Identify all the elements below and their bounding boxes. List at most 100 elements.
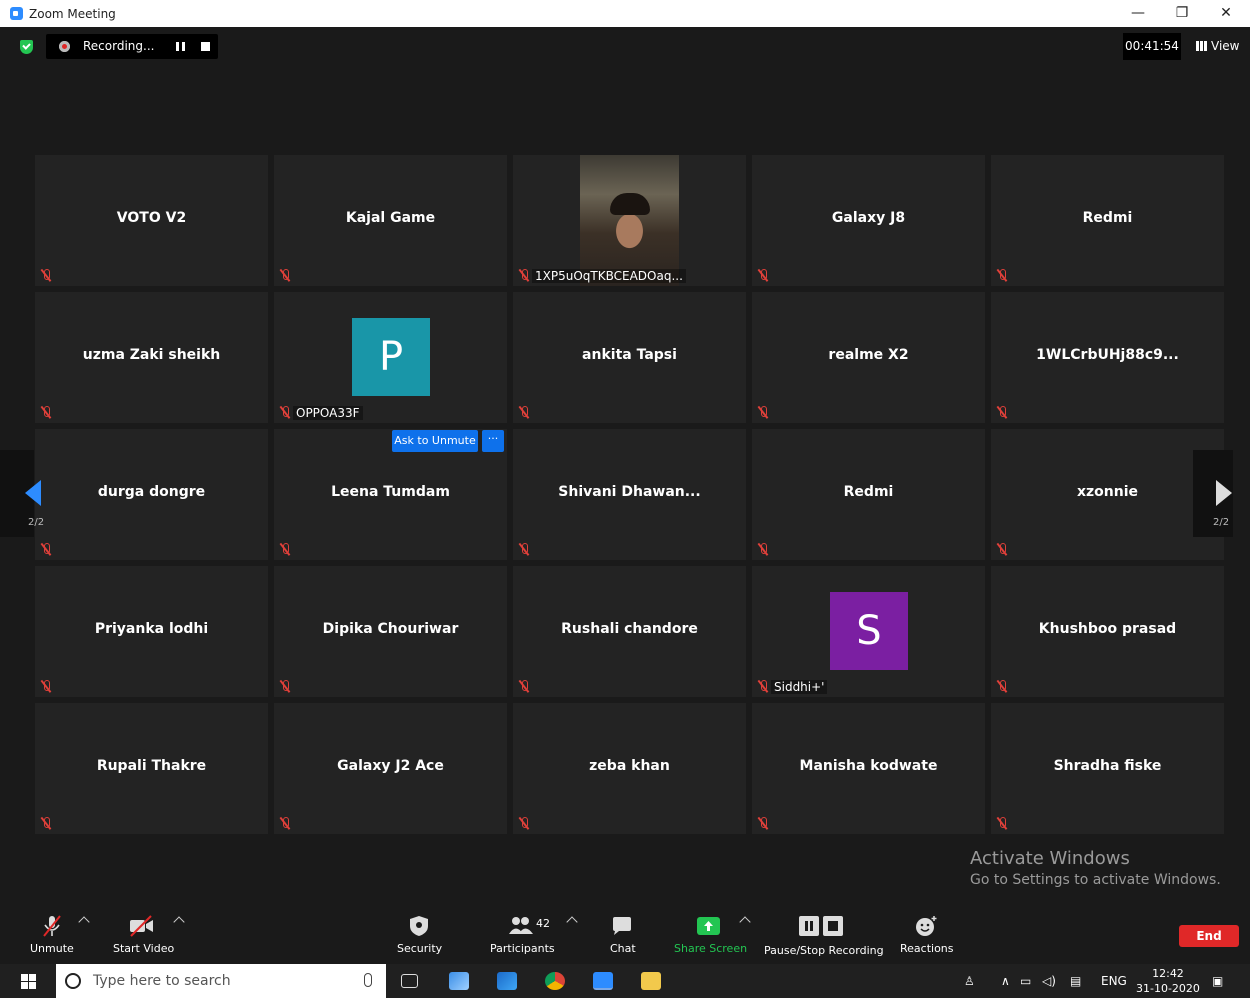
taskbar-search-box[interactable]: Type here to search (56, 964, 386, 998)
participant-tile[interactable]: Rushali chandore (513, 566, 746, 697)
minimize-button[interactable]: — (1116, 2, 1160, 24)
participant-tile[interactable]: zeba khan (513, 703, 746, 834)
participant-tile[interactable]: 1XP5uOqTKBCEADOaq... (513, 155, 746, 286)
participant-name: Priyanka lodhi (94, 621, 209, 637)
participant-name: Rushali chandore (561, 621, 698, 637)
touch-keyboard-icon[interactable]: ▤ (1070, 974, 1081, 988)
left-arrow-icon (25, 480, 41, 506)
language-indicator[interactable]: ENG (1101, 974, 1127, 988)
start-video-label[interactable]: Start Video (113, 942, 174, 955)
participant-tile[interactable]: durga dongre (35, 429, 268, 560)
participant-tile[interactable]: Khushboo prasad (991, 566, 1224, 697)
participant-tile[interactable]: realme X2 (752, 292, 985, 423)
zoom-taskbar-icon[interactable] (593, 972, 613, 990)
share-screen-label[interactable]: Share Screen (674, 942, 747, 955)
file-explorer-icon[interactable] (641, 972, 661, 990)
volume-icon[interactable]: ◁) (1042, 974, 1056, 988)
view-button[interactable]: View (1188, 33, 1240, 60)
participant-tile[interactable]: Dipika Chouriwar (274, 566, 507, 697)
participant-tile[interactable]: S Siddhi+' (752, 566, 985, 697)
security-shield-icon[interactable] (408, 915, 432, 937)
reactions-label[interactable]: Reactions (900, 942, 954, 955)
muted-mic-icon[interactable] (40, 915, 64, 937)
participant-name: xzonnie (1076, 484, 1139, 500)
previous-page-button[interactable]: 2/2 (0, 450, 44, 537)
pause-recording-icon[interactable] (176, 42, 185, 51)
task-view-icon[interactable] (401, 974, 418, 988)
windows-start-icon[interactable] (21, 974, 36, 989)
participant-name: Rupali Thakre (96, 758, 207, 774)
windows-taskbar: Type here to search ♙ ∧ ▭ ◁) ▤ ENG 12:42… (0, 964, 1250, 998)
participant-tile[interactable]: xzonnie (991, 429, 1224, 560)
restore-button[interactable]: ❐ (1160, 2, 1204, 24)
muted-mic-icon (996, 817, 1008, 830)
right-arrow-icon (1216, 480, 1232, 506)
more-options-button[interactable]: ··· (482, 430, 504, 452)
participant-name: 1WLCrbUHj88c9... (1036, 347, 1179, 363)
ask-to-unmute-button[interactable]: Ask to Unmute (392, 430, 478, 452)
participant-tile[interactable]: Galaxy J2 Ace (274, 703, 507, 834)
show-hidden-icons-chevron-icon[interactable]: ∧ (1001, 974, 1010, 988)
participant-tile[interactable]: Manisha kodwate (752, 703, 985, 834)
participant-name: Khushboo prasad (1038, 621, 1177, 637)
muted-mic-icon (40, 543, 52, 556)
visual-studio-code-icon[interactable] (497, 972, 517, 990)
encryption-shield-icon[interactable] (20, 40, 33, 54)
action-center-icon[interactable]: ▣ (1212, 974, 1223, 988)
participant-count: 42 (536, 917, 550, 930)
participant-name: Redmi (843, 484, 894, 500)
pause-stop-recording-icon[interactable] (799, 915, 845, 937)
unmute-label[interactable]: Unmute (30, 942, 74, 955)
participant-tile[interactable]: Redmi (752, 429, 985, 560)
chat-bubble-icon[interactable] (611, 915, 635, 937)
security-label[interactable]: Security (397, 942, 442, 955)
recording-bar: Recording... (46, 34, 218, 59)
reactions-emoji-icon[interactable] (915, 915, 939, 937)
participant-tile[interactable]: VOTO V2 (35, 155, 268, 286)
participant-tile[interactable]: Redmi (991, 155, 1224, 286)
network-icon[interactable]: ▭ (1020, 974, 1031, 988)
participant-tile[interactable]: ankita Tapsi (513, 292, 746, 423)
next-page-button[interactable]: 2/2 (1193, 450, 1233, 537)
muted-mic-icon (279, 543, 291, 556)
participant-name: zeba khan (589, 758, 670, 774)
participant-name: Manisha kodwate (799, 758, 938, 774)
participant-avatar: P (352, 318, 430, 396)
edge-legacy-icon[interactable] (449, 972, 469, 990)
participants-icon[interactable] (508, 915, 533, 937)
video-off-icon[interactable] (129, 915, 153, 937)
end-meeting-button[interactable]: End (1179, 925, 1239, 947)
participant-tile[interactable]: Kajal Game (274, 155, 507, 286)
view-label: View (1211, 39, 1240, 53)
participant-avatar: S (830, 592, 908, 670)
share-screen-icon[interactable] (697, 915, 721, 937)
muted-mic-icon (279, 269, 291, 282)
people-icon[interactable]: ♙ (964, 974, 975, 988)
participant-tile[interactable]: Galaxy J8 (752, 155, 985, 286)
voice-search-mic-icon[interactable] (364, 973, 372, 987)
grid-view-icon (1196, 41, 1207, 51)
participant-tile[interactable]: Shradha fiske (991, 703, 1224, 834)
participant-tile[interactable]: uzma Zaki sheikh (35, 292, 268, 423)
participants-label[interactable]: Participants (490, 942, 555, 955)
participant-tile[interactable]: Rupali Thakre (35, 703, 268, 834)
chrome-icon[interactable] (545, 972, 565, 990)
muted-mic-icon (279, 406, 291, 419)
window-titlebar: Zoom Meeting — ❐ ✕ (0, 0, 1250, 27)
muted-mic-icon (40, 406, 52, 419)
participant-tile[interactable]: 1WLCrbUHj88c9... (991, 292, 1224, 423)
taskbar-clock[interactable]: 12:42 31-10-2020 (1136, 966, 1200, 996)
close-button[interactable]: ✕ (1204, 2, 1248, 24)
participant-tile[interactable]: Shivani Dhawan... (513, 429, 746, 560)
muted-mic-icon (757, 269, 769, 282)
muted-mic-icon (518, 269, 530, 282)
participant-tile[interactable]: Priyanka lodhi (35, 566, 268, 697)
stop-recording-icon[interactable] (201, 42, 210, 51)
participant-name: durga dongre (97, 484, 206, 500)
pause-stop-recording-label[interactable]: Pause/Stop Recording (764, 944, 884, 957)
participant-name: Redmi (1082, 210, 1133, 226)
participant-tile[interactable]: P OPPOA33F (274, 292, 507, 423)
muted-mic-icon (757, 543, 769, 556)
chat-label[interactable]: Chat (610, 942, 636, 955)
participant-label: Siddhi+' (771, 680, 828, 694)
